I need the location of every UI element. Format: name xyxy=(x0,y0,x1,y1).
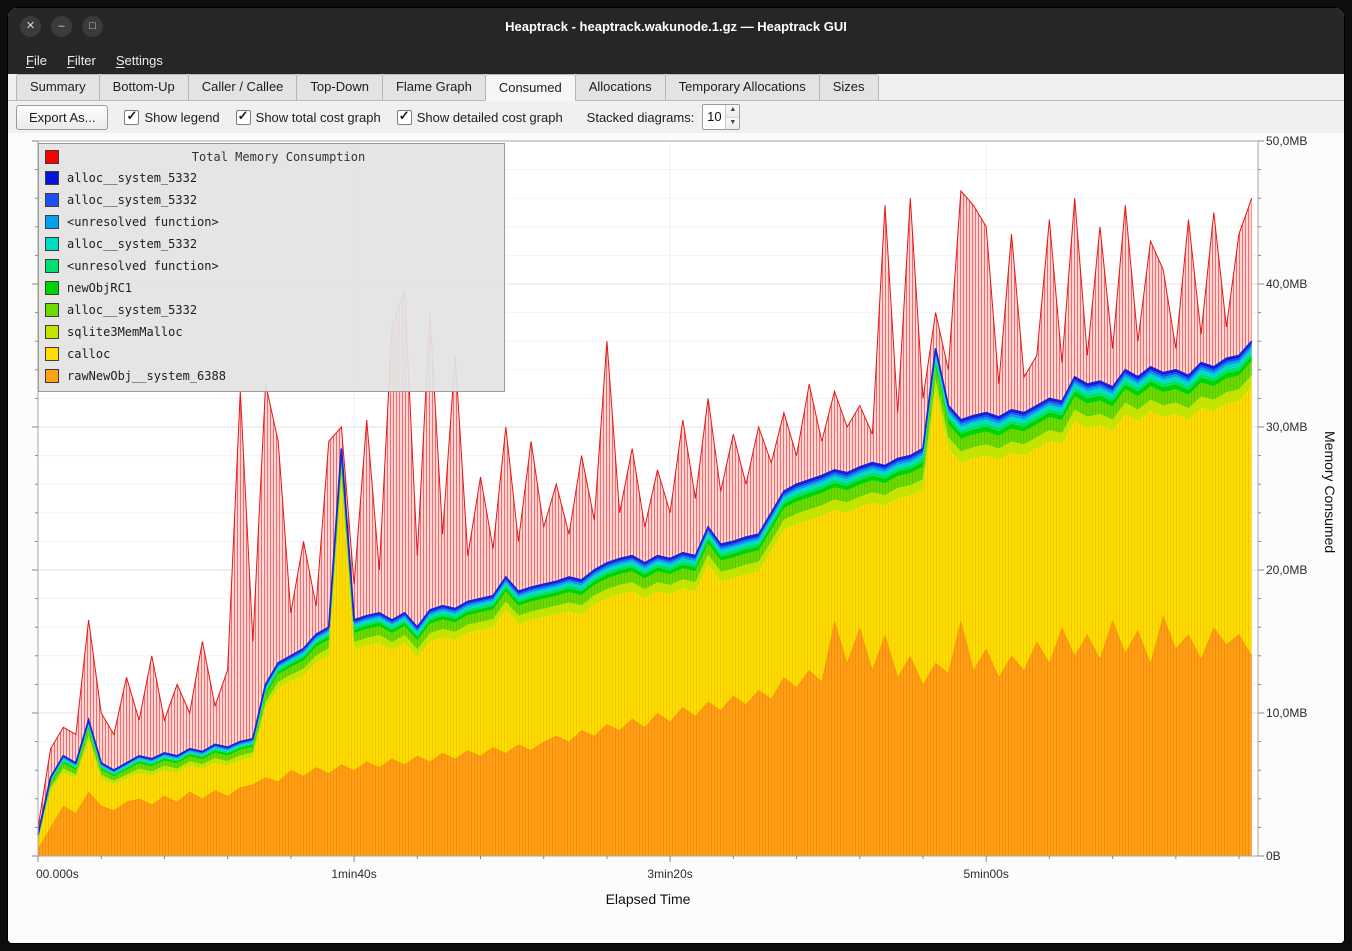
y-tick-label: 20,0MB xyxy=(1266,562,1307,578)
export-as-button[interactable]: Export As... xyxy=(16,105,108,130)
y-tick-label: 40,0MB xyxy=(1266,276,1307,292)
legend-swatch xyxy=(45,237,59,251)
tab-top-down[interactable]: Top-Down xyxy=(296,74,383,100)
tab-consumed[interactable]: Consumed xyxy=(485,74,576,101)
tab-caller-callee[interactable]: Caller / Callee xyxy=(188,74,298,100)
legend-item-unresolved-function: <unresolved function> xyxy=(39,211,504,233)
menu-item-settings[interactable]: Settings xyxy=(106,50,173,71)
menubar: FileFilterSettings xyxy=(8,46,1344,74)
checkbox-show-total-cost-graph[interactable]: ✓ Show total cost graph xyxy=(236,110,381,125)
checkbox-box-icon: ✓ xyxy=(124,110,139,125)
titlebar: ✕ – □ Heaptrack - heaptrack.wakunode.1.g… xyxy=(8,8,1344,46)
y-tick-label: 50,0MB xyxy=(1266,133,1307,149)
legend-label: <unresolved function> xyxy=(67,259,219,273)
menu-item-filter[interactable]: Filter xyxy=(57,50,106,71)
legend-label: alloc__system_5332 xyxy=(67,303,197,317)
legend-label: calloc xyxy=(67,347,110,361)
checkbox-label: Show detailed cost graph xyxy=(417,110,563,125)
x-axis-label: Elapsed Time xyxy=(38,891,1258,907)
y-axis-label: Memory Consumed xyxy=(1322,431,1338,553)
legend-label: sqlite3MemMalloc xyxy=(67,325,183,339)
legend-item-newobjrc1: newObjRC1 xyxy=(39,277,504,299)
legend-title-row: Total Memory Consumption xyxy=(39,147,504,167)
legend-item-calloc: calloc xyxy=(39,343,504,365)
tab-sizes[interactable]: Sizes xyxy=(819,74,879,100)
legend-label: rawNewObj__system_6388 xyxy=(67,369,226,383)
legend-swatch xyxy=(45,259,59,273)
legend-item-unresolved-function: <unresolved function> xyxy=(39,255,504,277)
legend-swatch xyxy=(45,171,59,185)
tab-allocations[interactable]: Allocations xyxy=(575,74,666,100)
menu-item-file[interactable]: File xyxy=(16,50,57,71)
checkbox-show-legend[interactable]: ✓ Show legend xyxy=(124,110,219,125)
check-icon: ✓ xyxy=(399,108,410,124)
x-tick-label: 5min00s xyxy=(931,866,1041,882)
checkbox-show-detailed-cost-graph[interactable]: ✓ Show detailed cost graph xyxy=(397,110,563,125)
legend-label: alloc__system_5332 xyxy=(67,237,197,251)
legend-item-sqlite3memmalloc: sqlite3MemMalloc xyxy=(39,321,504,343)
legend-item-rawnewobj-system-6388: rawNewObj__system_6388 xyxy=(39,365,504,387)
legend-item-alloc-system-5332: alloc__system_5332 xyxy=(39,233,504,255)
window-title: Heaptrack - heaptrack.wakunode.1.gz — He… xyxy=(8,8,1344,46)
toolbar: Export As... ✓ Show legend ✓ Show total cos… xyxy=(8,101,1344,133)
check-icon: ✓ xyxy=(238,108,249,124)
x-tick-label: 1min40s xyxy=(299,866,409,882)
spin-up-icon[interactable]: ▲ xyxy=(726,105,739,118)
chart-legend: Total Memory Consumption alloc__system_5… xyxy=(38,143,505,392)
checkbox-group: ✓ Show legend ✓ Show total cost graph ✓ Show … xyxy=(124,110,562,125)
tab-temporary-allocations[interactable]: Temporary Allocations xyxy=(665,74,820,100)
chart-area[interactable]: Total Memory Consumption alloc__system_5… xyxy=(8,133,1344,943)
legend-item-alloc-system-5332: alloc__system_5332 xyxy=(39,299,504,321)
stacked-diagrams-spinbox[interactable]: 10 ▲ ▼ xyxy=(702,104,740,130)
legend-label: newObjRC1 xyxy=(67,281,132,295)
legend-label: <unresolved function> xyxy=(67,215,219,229)
legend-title-swatch xyxy=(45,150,59,164)
spin-down-icon[interactable]: ▼ xyxy=(726,118,739,130)
checkbox-box-icon: ✓ xyxy=(236,110,251,125)
tab-flame-graph[interactable]: Flame Graph xyxy=(382,74,486,100)
y-tick-label: 30,0MB xyxy=(1266,419,1307,435)
legend-swatch xyxy=(45,193,59,207)
y-tick-label: 0B xyxy=(1266,848,1281,864)
legend-item-alloc-system-5332: alloc__system_5332 xyxy=(39,189,504,211)
legend-swatch xyxy=(45,303,59,317)
legend-label: alloc__system_5332 xyxy=(67,171,197,185)
tab-summary[interactable]: Summary xyxy=(16,74,100,100)
x-tick-label: 00.000s xyxy=(36,866,79,882)
legend-item-alloc-system-5332: alloc__system_5332 xyxy=(39,167,504,189)
checkbox-label: Show legend xyxy=(144,110,219,125)
legend-swatch xyxy=(45,281,59,295)
tab-bar: SummaryBottom-UpCaller / CalleeTop-DownF… xyxy=(8,74,1344,101)
legend-label: alloc__system_5332 xyxy=(67,193,197,207)
legend-swatch xyxy=(45,347,59,361)
x-tick-label: 3min20s xyxy=(615,866,725,882)
checkbox-box-icon: ✓ xyxy=(397,110,412,125)
legend-swatch xyxy=(45,325,59,339)
legend-swatch xyxy=(45,215,59,229)
check-icon: ✓ xyxy=(126,108,137,124)
checkbox-label: Show total cost graph xyxy=(256,110,381,125)
tab-bottom-up[interactable]: Bottom-Up xyxy=(99,74,189,100)
legend-swatch xyxy=(45,369,59,383)
stacked-diagrams-label: Stacked diagrams: xyxy=(587,110,695,125)
y-tick-label: 10,0MB xyxy=(1266,705,1307,721)
stacked-diagrams-value: 10 xyxy=(703,105,725,129)
legend-items: alloc__system_5332 alloc__system_5332 <unr… xyxy=(39,167,504,387)
app-window: ✕ – □ Heaptrack - heaptrack.wakunode.1.g… xyxy=(8,8,1344,943)
spin-buttons: ▲ ▼ xyxy=(725,105,739,129)
legend-title: Total Memory Consumption xyxy=(59,150,498,164)
